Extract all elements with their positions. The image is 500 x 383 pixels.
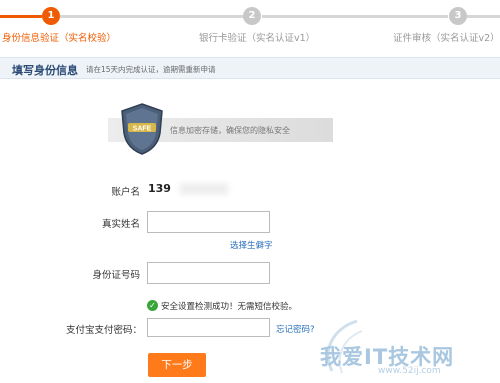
step-3-label: 证件审核（实名认证v2）: [393, 33, 500, 44]
id-number-input[interactable]: [147, 262, 270, 284]
id-number-label: 身份证号码: [92, 270, 140, 281]
step-2-number: 2: [243, 7, 261, 25]
watermark-url: www.52ij.com: [378, 366, 441, 376]
section-header: 填写身份信息 请在15天内完成认证，逾期需重新申请: [0, 57, 500, 79]
rare-char-link[interactable]: 选择生僻字: [230, 239, 273, 251]
pay-password-input[interactable]: [147, 318, 270, 337]
step-line-3: [262, 15, 448, 18]
step-2-label: 银行卡验证（实名认证v1）: [199, 33, 316, 44]
real-name-input[interactable]: [147, 211, 270, 233]
shield-badge-text: SAFE: [133, 126, 152, 133]
step-3-number: 3: [449, 7, 467, 25]
real-name-label: 真实姓名: [101, 219, 140, 230]
privacy-text: 信息加密存储，确保您的隐私安全: [170, 126, 290, 135]
progress-steps: 1 2 3 身份信息验证（实名校验） 银行卡验证（实名认证v1） 证件审核（实名…: [0, 0, 500, 50]
account-value: 139: [148, 182, 171, 195]
step-line-2: [60, 15, 245, 18]
step-1-label: 身份信息验证（实名校验）: [2, 33, 117, 44]
step-line-1: [0, 15, 42, 18]
step-line-4: [467, 15, 500, 18]
shield-icon: SAFE: [121, 103, 163, 155]
section-title: 填写身份信息: [12, 64, 78, 77]
account-mask: [180, 183, 228, 195]
next-button[interactable]: 下一步: [148, 353, 206, 377]
account-label: 账户名: [111, 187, 140, 198]
pay-password-label: 支付宝支付密码：: [65, 325, 142, 336]
check-icon: ✓: [147, 300, 158, 311]
section-note: 请在15天内完成认证，逾期需重新申请: [86, 65, 216, 74]
security-check-message: 安全设置检测成功！无需短信校验。: [161, 302, 298, 312]
step-1-number: 1: [42, 7, 60, 25]
